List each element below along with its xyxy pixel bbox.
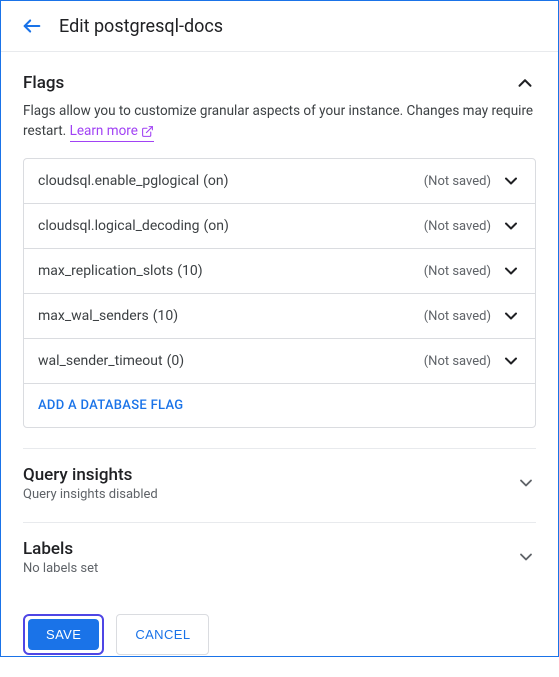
labels-subtitle: No labels set xyxy=(23,561,98,576)
chevron-down-icon xyxy=(501,306,521,326)
flags-section-header[interactable]: Flags xyxy=(23,72,536,94)
flag-name: wal_sender_timeout (0) xyxy=(38,353,184,369)
flags-section: Flags Flags allow you to customize granu… xyxy=(23,72,536,428)
learn-more-link[interactable]: Learn more xyxy=(70,122,154,143)
flag-row[interactable]: max_wal_senders (10) (Not saved) xyxy=(24,294,535,339)
divider xyxy=(23,448,536,449)
page-header: Edit postgresql-docs xyxy=(1,1,558,52)
chevron-down-icon xyxy=(516,547,536,567)
back-button[interactable] xyxy=(21,15,43,37)
labels-title: Labels xyxy=(23,539,98,559)
page-title: Edit postgresql-docs xyxy=(59,16,223,37)
query-insights-section-header[interactable]: Query insights Query insights disabled xyxy=(23,465,536,502)
flag-row[interactable]: wal_sender_timeout (0) (Not saved) xyxy=(24,339,535,384)
flags-section-title: Flags xyxy=(23,73,64,93)
flag-row[interactable]: max_replication_slots (10) (Not saved) xyxy=(24,249,535,294)
save-button-highlight: SAVE xyxy=(23,614,104,655)
flag-status: (Not saved) xyxy=(424,219,491,234)
external-link-icon xyxy=(141,125,154,138)
chevron-down-icon xyxy=(516,473,536,493)
flag-name: max_wal_senders (10) xyxy=(38,308,178,324)
chevron-down-icon xyxy=(501,351,521,371)
flag-status: (Not saved) xyxy=(424,354,491,369)
flag-status: (Not saved) xyxy=(424,174,491,189)
cancel-button[interactable]: CANCEL xyxy=(116,614,209,655)
chevron-up-icon xyxy=(514,72,536,94)
flag-status: (Not saved) xyxy=(424,264,491,279)
flag-name: cloudsql.enable_pglogical (on) xyxy=(38,173,229,189)
flag-name: cloudsql.logical_decoding (on) xyxy=(38,218,229,234)
chevron-down-icon xyxy=(501,261,521,281)
save-button[interactable]: SAVE xyxy=(28,619,99,650)
flag-name: max_replication_slots (10) xyxy=(38,263,203,279)
query-insights-title: Query insights xyxy=(23,465,158,485)
add-database-flag-button[interactable]: ADD A DATABASE FLAG xyxy=(24,384,535,427)
labels-section-header[interactable]: Labels No labels set xyxy=(23,539,536,576)
chevron-down-icon xyxy=(501,171,521,191)
divider xyxy=(23,522,536,523)
flags-description: Flags allow you to customize granular as… xyxy=(23,102,536,142)
flag-row[interactable]: cloudsql.logical_decoding (on) (Not save… xyxy=(24,204,535,249)
flag-row[interactable]: cloudsql.enable_pglogical (on) (Not save… xyxy=(24,159,535,204)
flag-list: cloudsql.enable_pglogical (on) (Not save… xyxy=(23,158,536,428)
flag-status: (Not saved) xyxy=(424,309,491,324)
chevron-down-icon xyxy=(501,216,521,236)
footer: SAVE CANCEL xyxy=(1,596,558,677)
query-insights-subtitle: Query insights disabled xyxy=(23,487,158,502)
arrow-left-icon xyxy=(21,15,43,37)
